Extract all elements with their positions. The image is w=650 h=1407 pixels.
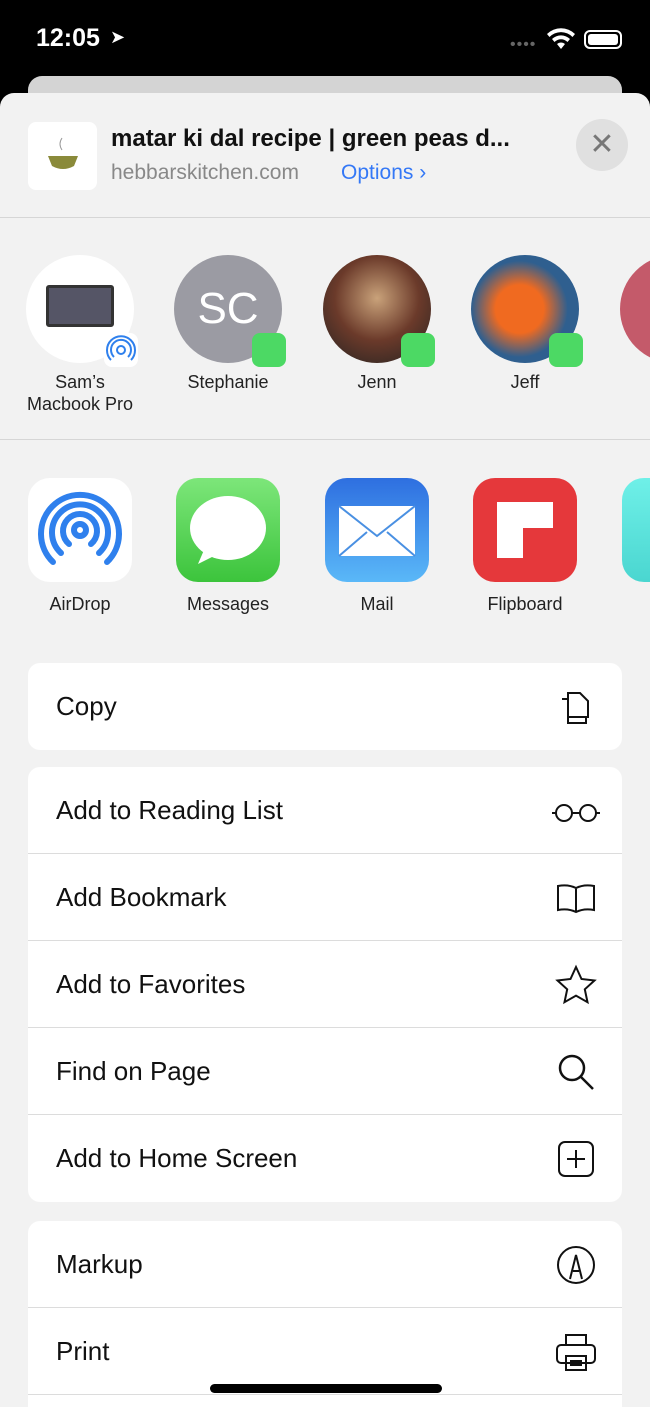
action-add-to-reading-list[interactable]: Add to Reading List [28,767,622,854]
markup-icon [557,1246,595,1284]
person-stephanie[interactable]: SC Stephanie [158,255,298,393]
options-link[interactable]: Options › [341,161,426,185]
app-airdrop[interactable]: AirDrop [10,478,150,615]
action-print[interactable]: Print [28,1308,622,1395]
person-partial[interactable]: V F [604,255,650,415]
book-icon [557,884,595,914]
action-group-copy: Copy [28,663,622,750]
action-add-bookmark[interactable]: Add Bookmark [28,854,622,941]
avatar [620,255,650,363]
airdrop-icon [104,333,138,367]
app-icon [622,478,650,582]
action-next[interactable] [28,1395,622,1407]
battery-icon [584,30,622,49]
avatar [323,255,435,367]
avatar: SC [174,255,286,367]
avatar [26,255,138,367]
airdrop-icon [28,478,132,582]
apps-row: AirDrop Messages Mail Flipboard Fi [0,440,650,640]
search-icon [558,1054,594,1090]
messages-icon [549,333,583,367]
action-copy[interactable]: Copy [28,663,622,750]
close-icon: ✕ [589,128,615,161]
site-domain: hebbarskitchen.com [111,161,299,184]
site-thumbnail [28,122,97,190]
share-header: matar ki dal recipe | green peas d... he… [0,93,650,218]
clock: 12:05 [36,24,100,52]
action-find-on-page[interactable]: Find on Page [28,1028,622,1115]
app-messages[interactable]: Messages [158,478,298,615]
signal-icon: •••• [510,36,537,53]
flipboard-icon [473,478,577,582]
app-mail[interactable]: Mail [307,478,447,615]
page-title: matar ki dal recipe | green peas d... [111,125,510,152]
share-sheet: matar ki dal recipe | green peas d... he… [0,93,650,1407]
plus-square-icon [558,1141,594,1177]
action-group-more: Markup Print [28,1221,622,1407]
action-add-to-favorites[interactable]: Add to Favorites [28,941,622,1028]
close-button[interactable]: ✕ [576,119,628,171]
location-icon: ➤ [110,27,126,47]
glasses-icon [552,804,600,822]
wifi-icon [547,28,575,49]
printer-icon [556,1334,596,1371]
person-jeff[interactable]: Jeff [455,255,595,393]
action-markup[interactable]: Markup [28,1221,622,1308]
status-bar: 12:05 ➤ •••• [0,0,650,76]
mail-icon [325,478,429,582]
messages-icon [252,333,286,367]
messages-icon [176,478,280,582]
person-jenn[interactable]: Jenn [307,255,447,393]
copy-icon [562,692,589,724]
app-flipboard[interactable]: Flipboard [455,478,595,615]
avatar [471,255,583,367]
messages-icon [401,333,435,367]
home-indicator[interactable] [210,1384,442,1393]
people-row: Sam’s Macbook Pro SC Stephanie Jenn Jeff… [0,218,650,440]
person-sams-macbook[interactable]: Sam’s Macbook Pro [10,255,150,415]
star-icon [555,964,597,1005]
action-group-main: Add to Reading List Add Bookmark Add to … [28,767,622,1202]
action-add-to-home-screen[interactable]: Add to Home Screen [28,1115,622,1202]
app-partial[interactable]: Fi [604,478,650,615]
